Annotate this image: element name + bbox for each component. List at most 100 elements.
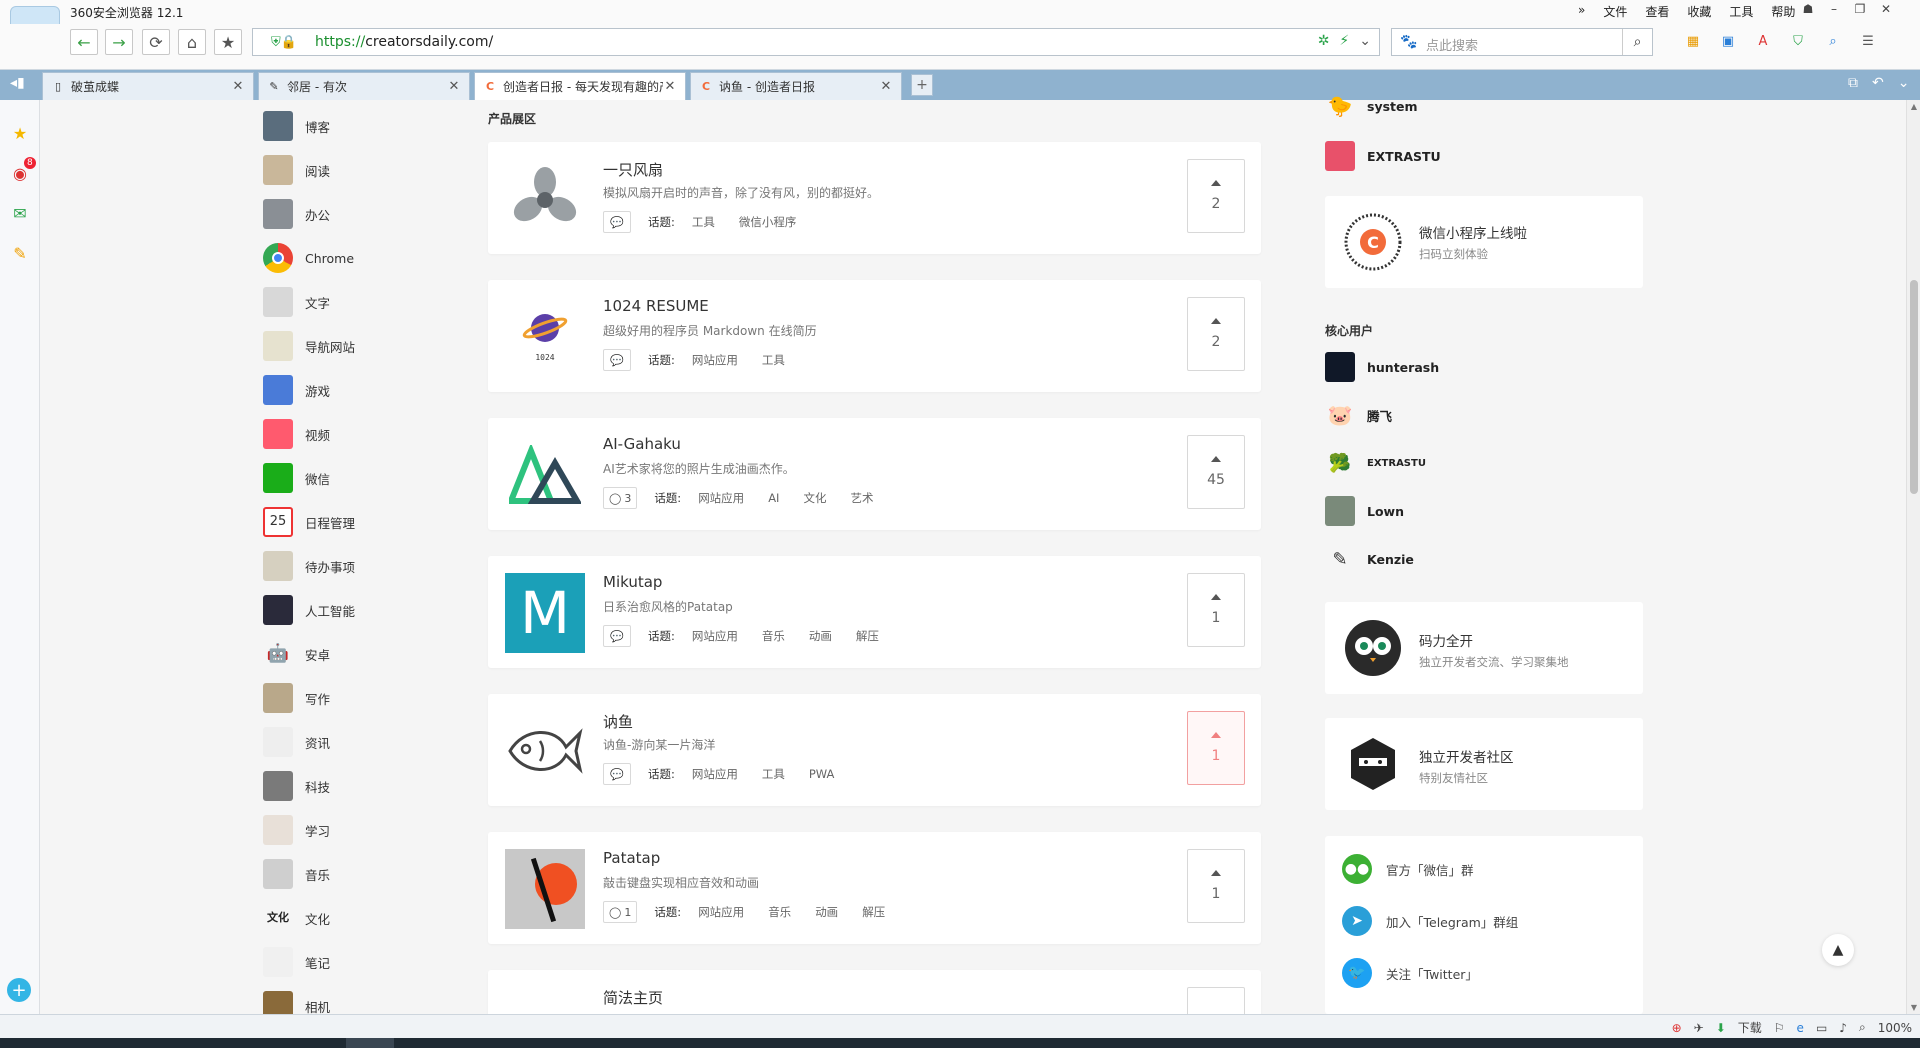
topic-tag[interactable]: PWA <box>809 767 835 781</box>
upvote-button[interactable]: 2 <box>1187 159 1245 233</box>
window-icon[interactable]: ▭ <box>1816 1021 1827 1035</box>
category-item[interactable]: 阅读 <box>263 154 330 186</box>
reload-button[interactable]: ⟳ <box>142 29 170 55</box>
apps-icon[interactable]: ▦ <box>1682 32 1704 50</box>
user-item[interactable]: 🐤 system <box>1325 90 1418 122</box>
user-name[interactable]: 腾飞 <box>1367 406 1392 425</box>
topic-tag[interactable]: 文化 <box>803 490 826 506</box>
product-card[interactable]: Patatap 敲击键盘实现相应音效和动画 ◯ 1 话题: 网站应用 音乐 动画 解压 1 <box>488 832 1261 944</box>
forward-button[interactable]: → <box>105 29 133 55</box>
topic-tag[interactable]: 网站应用 <box>692 352 738 368</box>
topic-tag[interactable]: 解压 <box>856 628 879 644</box>
topic-tag[interactable]: 音乐 <box>762 628 785 644</box>
core-user-item[interactable]: Lown <box>1325 495 1404 527</box>
volume-icon[interactable]: ♪ <box>1839 1021 1847 1035</box>
social-link[interactable]: 🐦 关注「Twitter」 <box>1342 958 1478 988</box>
taskbar-item[interactable] <box>346 1038 394 1048</box>
category-item[interactable]: 资讯 <box>263 726 330 758</box>
product-logo[interactable] <box>505 849 585 929</box>
close-icon[interactable]: ✕ <box>447 79 461 94</box>
download-label[interactable]: 下载 <box>1738 1019 1762 1036</box>
search-icon[interactable]: ⌕ <box>1622 29 1652 55</box>
upvote-button[interactable]: 2 <box>1187 297 1245 371</box>
lightning-icon[interactable]: ⚡ <box>1339 33 1349 49</box>
core-user-item[interactable]: hunterash <box>1325 351 1439 383</box>
user-name[interactable]: Kenzie <box>1367 552 1414 567</box>
url-text[interactable]: https://creatorsdaily.com/ <box>315 34 493 50</box>
sidebar-add-button[interactable]: + <box>7 978 31 1002</box>
topic-tag[interactable]: 微信小程序 <box>739 214 797 230</box>
product-card[interactable]: M Mikutap 日系治愈风格的Patatap 💬 话题: 网站应用 音乐 动画 解压 1 <box>488 556 1261 668</box>
topic-tag[interactable]: 工具 <box>762 352 785 368</box>
mail-icon[interactable]: ✉ <box>9 202 31 224</box>
category-item[interactable]: Chrome <box>263 242 354 274</box>
new-tab-button[interactable]: + <box>911 74 933 96</box>
product-logo[interactable] <box>505 159 585 239</box>
topic-tag[interactable]: 工具 <box>692 214 715 230</box>
home-button[interactable]: ⌂ <box>178 29 206 55</box>
category-item[interactable]: 学习 <box>263 814 330 846</box>
topic-tag[interactable]: 动画 <box>809 628 832 644</box>
menu-view[interactable]: 查看 <box>1645 3 1669 20</box>
minimize-icon[interactable]: – <box>1826 2 1842 16</box>
comment-button[interactable]: 💬 <box>603 211 631 233</box>
menu-help[interactable]: 帮助 <box>1771 3 1795 20</box>
category-item[interactable]: 导航网站 <box>263 330 355 362</box>
community-box[interactable]: 独立开发者社区 特别友情社区 <box>1325 718 1643 810</box>
menu-favorites[interactable]: 收藏 <box>1687 3 1711 20</box>
scroll-thumb[interactable] <box>1910 280 1918 494</box>
topic-tag[interactable]: 网站应用 <box>692 628 738 644</box>
tab-menu-icon[interactable]: ⌄ <box>1898 75 1910 91</box>
product-name[interactable]: AI-Gahaku <box>603 435 681 453</box>
comment-button[interactable]: ◯ 3 <box>603 487 638 509</box>
social-link-text[interactable]: 官方「微信」群 <box>1386 860 1474 879</box>
social-link[interactable]: ●● 官方「微信」群 <box>1342 854 1474 884</box>
category-item[interactable]: 办公 <box>263 198 330 230</box>
product-logo[interactable]: M <box>505 573 585 653</box>
category-item[interactable]: 微信 <box>263 462 330 494</box>
category-item[interactable]: 写作 <box>263 682 330 714</box>
menu-tools[interactable]: 工具 <box>1729 3 1753 20</box>
category-item[interactable]: 音乐 <box>263 858 330 890</box>
category-item[interactable]: 博客 <box>263 110 330 142</box>
bookmark-button[interactable]: ★ <box>214 29 242 55</box>
product-card[interactable]: AI-Gahaku AI艺术家将您的照片生成油画杰作。 ◯ 3 话题: 网站应用 AI 文化 艺… <box>488 418 1261 530</box>
flag-icon[interactable]: ⚐ <box>1774 1021 1785 1035</box>
topic-tag[interactable]: 音乐 <box>768 904 791 920</box>
notes-icon[interactable]: ✎ <box>9 242 31 264</box>
page-scrollbar[interactable]: ▲ ▼ <box>1906 100 1920 1014</box>
user-name[interactable]: Lown <box>1367 504 1404 519</box>
topic-tag[interactable]: 网站应用 <box>692 766 738 782</box>
category-item[interactable]: 文字 <box>263 286 330 318</box>
tab-list-icon[interactable]: ⧉ <box>1848 75 1858 91</box>
tab-3[interactable]: C 创造者日报 - 每天发现有趣的产品 ✕ <box>474 72 686 100</box>
topic-tag[interactable]: 网站应用 <box>698 904 744 920</box>
user-name[interactable]: EXTRASTU <box>1367 458 1426 469</box>
upvote-button[interactable]: 45 <box>1187 435 1245 509</box>
topic-tag[interactable]: 网站应用 <box>698 490 744 506</box>
social-link[interactable]: ➤ 加入「Telegram」群组 <box>1342 906 1518 936</box>
product-logo[interactable]: 1024 <box>505 297 585 377</box>
dropdown-icon[interactable]: ⌄ <box>1359 33 1371 49</box>
menu-more[interactable]: » <box>1578 3 1585 20</box>
search-box[interactable]: 🐾 点此搜索 ⌕ <box>1391 28 1653 56</box>
category-item[interactable]: 25 日程管理 <box>263 506 355 538</box>
product-card[interactable]: 一只风扇 模拟风扇开启时的声音，除了没有风，别的都挺好。 💬 话题: 工具 微信小程序 2 <box>488 142 1261 254</box>
category-item[interactable]: 人工智能 <box>263 594 355 626</box>
user-item[interactable]: EXTRASTU <box>1325 140 1441 172</box>
favorites-star-icon[interactable]: ★ <box>9 122 31 144</box>
undo-close-icon[interactable]: ↶ <box>1872 75 1884 91</box>
social-link-text[interactable]: 加入「Telegram」群组 <box>1386 912 1518 931</box>
community-box[interactable]: 码力全开 独立开发者交流、学习聚集地 <box>1325 602 1643 694</box>
tab-1[interactable]: ▯ 破茧成蝶 ✕ <box>42 72 254 100</box>
tab-2[interactable]: ✎ 邻居 - 有次 ✕ <box>258 72 470 100</box>
screenshot-icon[interactable]: ▣ <box>1717 32 1739 50</box>
zoom-level[interactable]: 100% <box>1878 1021 1912 1035</box>
topic-tag[interactable]: 艺术 <box>850 490 873 506</box>
speed-mode-icon[interactable]: ✲ <box>1318 33 1330 49</box>
product-card[interactable]: 1024 1024 RESUME 超级好用的程序员 Markdown 在线简历 💬 话题… <box>488 280 1261 392</box>
product-name[interactable]: 1024 RESUME <box>603 297 709 315</box>
close-window-icon[interactable]: ✕ <box>1878 2 1894 16</box>
close-icon[interactable]: ✕ <box>879 79 893 94</box>
product-name[interactable]: 一只风扇 <box>603 159 663 180</box>
